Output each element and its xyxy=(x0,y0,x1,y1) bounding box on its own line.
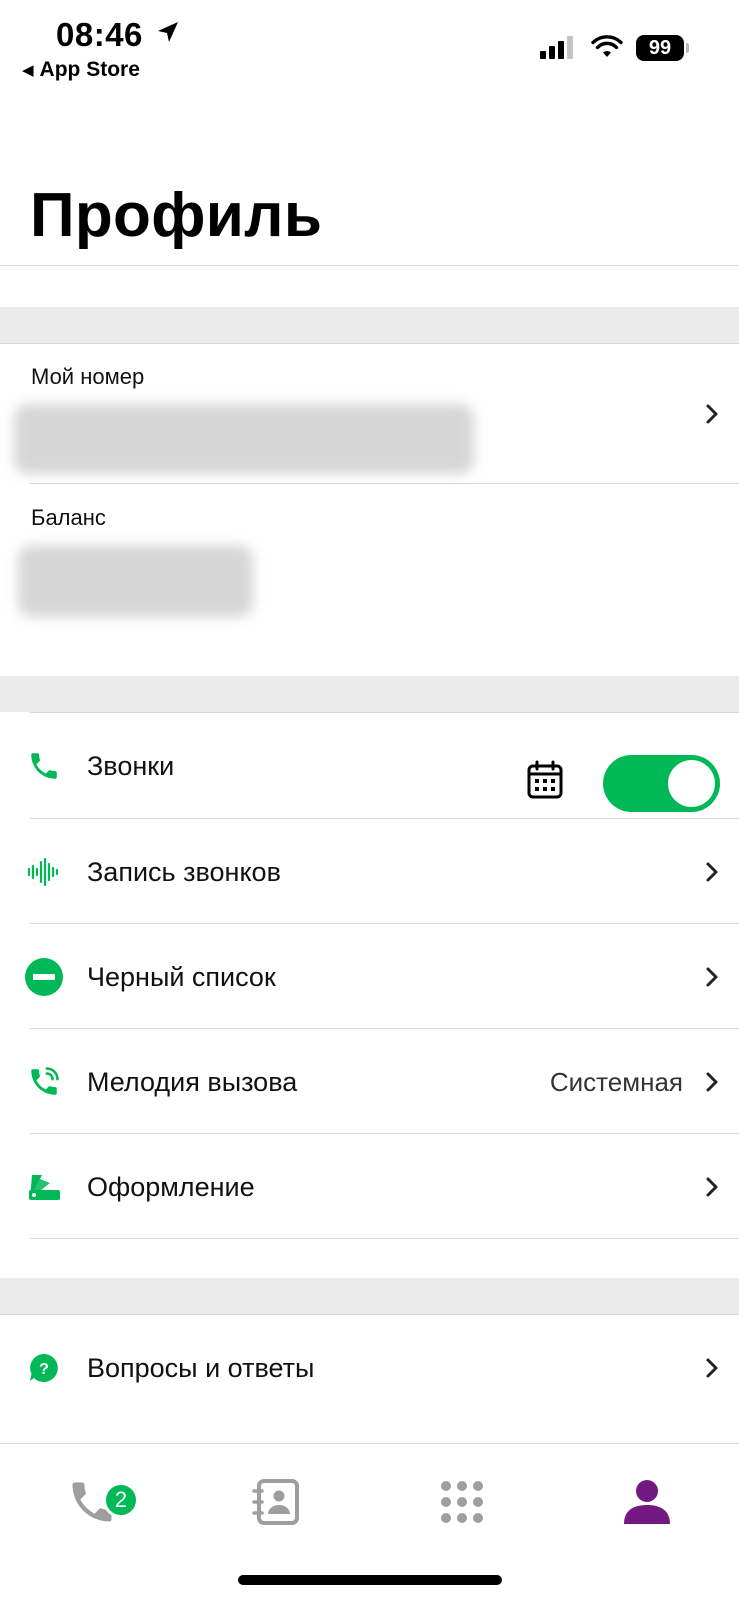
my-number-label: Мой номер xyxy=(31,364,145,389)
ringtone-value: Системная xyxy=(549,1066,683,1097)
calendar-icon[interactable] xyxy=(526,760,564,800)
balance-value-blurred xyxy=(18,545,253,617)
chevron-right-icon xyxy=(706,967,718,987)
chevron-right-icon xyxy=(706,862,718,882)
profile-person-icon xyxy=(624,1480,670,1524)
tab-keypad[interactable] xyxy=(422,1472,502,1532)
faq-label: Вопросы и ответы xyxy=(87,1352,315,1383)
page-title: Профиль xyxy=(30,181,323,250)
phone-icon xyxy=(24,746,64,786)
keypad-icon xyxy=(441,1481,483,1523)
title-divider xyxy=(0,265,739,266)
balance-label: Баланс xyxy=(31,505,106,530)
palette-swatch-icon xyxy=(24,1167,64,1207)
contacts-book-icon xyxy=(252,1479,299,1525)
calls-label: Звонки xyxy=(87,750,175,781)
cellular-signal-icon xyxy=(540,36,573,59)
call-recording-label: Запись звонков xyxy=(87,856,281,887)
section-gap xyxy=(0,1278,739,1314)
row-divider xyxy=(30,1238,739,1239)
chevron-right-icon xyxy=(706,1358,718,1378)
calls-toggle[interactable] xyxy=(603,755,720,812)
tab-profile[interactable] xyxy=(607,1472,687,1532)
status-bar: 08:46 ◀ App Store 99 xyxy=(0,0,739,90)
home-indicator[interactable] xyxy=(238,1575,502,1585)
tab-contacts[interactable] xyxy=(236,1472,316,1532)
call-recording-row[interactable]: Запись звонков xyxy=(0,819,739,925)
missed-calls-badge: 2 xyxy=(103,1482,139,1518)
blacklist-row[interactable]: Черный список xyxy=(0,924,739,1030)
chevron-right-icon xyxy=(706,1072,718,1092)
blocked-icon xyxy=(24,957,64,997)
battery-level: 99 xyxy=(636,35,684,61)
ringing-phone-icon xyxy=(24,1062,64,1102)
question-bubble-icon: ? xyxy=(24,1348,64,1388)
my-number-row[interactable]: Мой номер xyxy=(0,344,739,483)
battery-tip xyxy=(686,43,689,53)
wifi-icon xyxy=(591,35,623,57)
ringtone-label: Мелодия вызова xyxy=(87,1066,298,1097)
section-gap xyxy=(0,676,739,712)
section-gap xyxy=(0,307,739,343)
profile-screen: 08:46 ◀ App Store 99 Профиль Мой номер Б… xyxy=(0,0,739,1600)
chevron-right-icon xyxy=(706,404,718,423)
status-time: 08:46 xyxy=(56,16,143,53)
row-divider xyxy=(30,483,739,484)
appearance-row[interactable]: Оформление xyxy=(0,1134,739,1240)
appearance-label: Оформление xyxy=(87,1171,255,1202)
svg-text:?: ? xyxy=(39,1361,49,1378)
back-app-label: App Store xyxy=(39,58,140,81)
back-to-app-store-link[interactable]: ◀ App Store xyxy=(22,58,140,82)
location-arrow-icon xyxy=(158,22,178,42)
toggle-knob xyxy=(668,760,715,807)
back-triangle-icon: ◀ xyxy=(22,62,34,79)
ringtone-row[interactable]: Мелодия вызова Системная xyxy=(0,1029,739,1135)
my-number-value-blurred xyxy=(14,404,474,474)
blacklist-label: Черный список xyxy=(87,961,276,992)
chevron-right-icon xyxy=(706,1177,718,1197)
faq-row[interactable]: ? Вопросы и ответы xyxy=(0,1315,739,1421)
waveform-icon xyxy=(24,852,64,892)
